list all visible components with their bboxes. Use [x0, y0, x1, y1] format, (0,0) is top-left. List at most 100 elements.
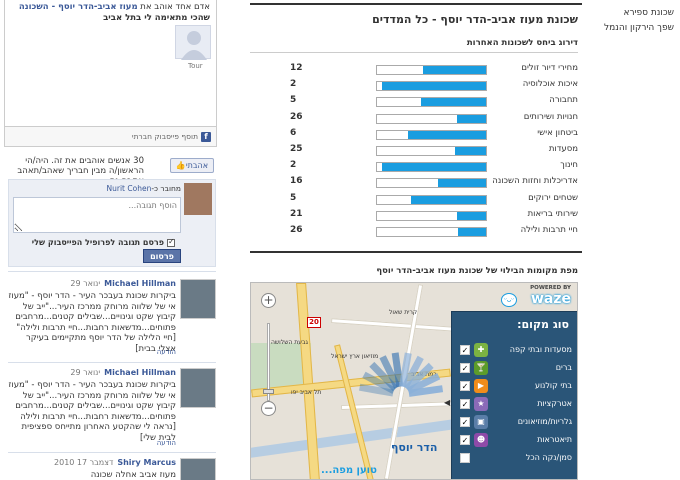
rating-bar: [376, 129, 487, 140]
commenter-avatar[interactable]: [180, 368, 216, 408]
zoom-slider-thumb[interactable]: [263, 389, 274, 394]
zoom-out-button[interactable]: −: [261, 401, 276, 416]
rating-bar: [376, 65, 487, 75]
rating-label: מחירי דיור זולים: [521, 63, 578, 73]
rating-row: חיי תרבות ולילה 26: [250, 223, 582, 239]
poi-panel: ◀ סוג מקום: ✓ ✚ מסעדות ובתי קפה ✓ 🍸 ברים ✓ ▶ בתי…: [444, 311, 577, 479]
rating-bar-fill: [422, 66, 486, 74]
rating-row: שירותי בריאות 21: [250, 207, 582, 223]
poi-row[interactable]: ✓ ☻ תיאטראות: [460, 432, 574, 449]
rating-value: 5: [290, 95, 297, 106]
nav-item-yarkon-port[interactable]: שפך הירקון והנמל: [595, 21, 680, 36]
poi-checkbox[interactable]: ✓: [460, 435, 470, 445]
nav-item-sapir[interactable]: שכונת ספירא: [595, 6, 680, 21]
page-link[interactable]: מעוז אביב-הדר יוסף - השכונה: [19, 2, 138, 12]
poi-category-icon: ▣: [474, 415, 488, 429]
rating-value: 5: [290, 192, 297, 203]
rating-bar-fill: [407, 130, 486, 139]
publish-button[interactable]: פרסום: [143, 249, 181, 263]
map[interactable]: + − 20 קרית שאול גבעת השלושה מוזיאון ארץ…: [250, 282, 578, 480]
friend-avatar[interactable]: [175, 25, 211, 60]
right-nav: שכונת ספירא שפך הירקון והנמל: [595, 6, 680, 36]
poi-row[interactable]: ✓ ★ אטרקציות: [460, 396, 574, 413]
comment-text: ביקרות שכונת בעבכר העיר - הדר יוסף - "מע…: [8, 380, 176, 443]
connected-as-label: מחובר כ-: [151, 184, 181, 193]
poi-checkbox[interactable]: ✓: [460, 381, 470, 391]
poi-row[interactable]: ✓ ▶ בתי קולנוע: [460, 378, 574, 395]
rating-label: תחבורה: [549, 95, 578, 106]
rating-value: 12: [290, 63, 303, 73]
post-to-profile[interactable]: פרסם תגובה לפרופיל הפייסבוק שלי: [32, 237, 175, 247]
comment-text: מעוז אביב אחלה שכונה: [90, 470, 176, 480]
rating-label: חינוך: [560, 160, 578, 171]
waze-face-icon: ᵕᴗᵕ: [501, 293, 517, 307]
poi-checkbox[interactable]: ✓: [460, 345, 470, 355]
post-to-profile-checkbox[interactable]: [167, 237, 175, 247]
map-divider: [250, 251, 582, 253]
poi-checkbox[interactable]: [460, 453, 470, 463]
comment-author[interactable]: Michael Hillman: [104, 279, 176, 288]
rating-bar: [376, 113, 487, 124]
rating-label: חנויות ושירותים: [523, 111, 578, 122]
poi-label: בתי קולנוע: [534, 381, 572, 390]
panel-collapse-icon[interactable]: ◀: [444, 398, 450, 407]
plugin-text[interactable]: תוסף פייסבוק חברתי: [132, 132, 198, 141]
user-name-link[interactable]: Nurit Cohen: [107, 184, 152, 193]
commenter-avatar[interactable]: [180, 458, 216, 480]
comment-reply-link[interactable]: הודעה: [157, 348, 176, 356]
poi-label: סמן/נקה הכל: [525, 453, 572, 462]
comment-input[interactable]: [13, 197, 181, 233]
poi-row[interactable]: סמן/נקה הכל: [460, 450, 574, 467]
likes-summary-text: אדם אחד אוהב את: [137, 2, 210, 12]
rating-bar: [376, 178, 487, 189]
map-label: קרית שאול: [389, 309, 418, 316]
poi-category-icon: ★: [474, 397, 488, 411]
rating-bar: [376, 194, 487, 205]
comment-composer: מחובר כ-Nurit Cohen פרסם תגובה לפרופיל ה…: [8, 179, 216, 267]
loading-label: טוען מפה...: [321, 465, 377, 476]
poi-row[interactable]: ✓ 🍸 ברים: [460, 360, 574, 377]
poi-label: מסעדות ובתי קפה: [509, 345, 572, 354]
zoom-in-button[interactable]: +: [261, 293, 276, 308]
rating-bar-fill: [457, 228, 486, 236]
like-button[interactable]: 👍אהבתי: [170, 158, 214, 173]
rating-value: 6: [290, 127, 297, 138]
friend-name[interactable]: Tour: [188, 62, 203, 70]
poi-panel-title: סוג מקום:: [517, 318, 569, 331]
comment-author[interactable]: Michael Hillman: [104, 368, 176, 377]
route-badge: 20: [307, 317, 321, 328]
commenter-avatar[interactable]: [180, 279, 216, 319]
comment-meta: Shiry Marcusדצמבר 17 2010: [54, 458, 176, 467]
section-title: שכונת מעוז אביב-הדר יוסף - כל המדדים: [372, 13, 578, 26]
rating-label: שירותי בריאות: [527, 208, 578, 219]
poi-label: אטרקציות: [537, 399, 572, 408]
poi-row[interactable]: ✓ ✚ מסעדות ובתי קפה: [460, 342, 574, 359]
connected-as: מחובר כ-Nurit Cohen: [107, 184, 181, 193]
comment-separator: [8, 362, 216, 363]
like-button-label: אהבתי: [185, 161, 209, 170]
poi-checkbox[interactable]: ✓: [460, 399, 470, 409]
rating-row: מחירי דיור זולים 12: [250, 61, 582, 77]
rating-bar-fill: [456, 211, 486, 220]
rating-bar-fill: [456, 114, 486, 123]
poi-checkbox[interactable]: ✓: [460, 363, 470, 373]
comment-text: ביקרות שכונת בעבכר העיר - הדר יוסף - "מע…: [8, 291, 176, 354]
plugin-footer: f תוסף פייסבוק חברתי: [5, 126, 216, 146]
rating-row: שטחים ירוקים 5: [250, 191, 582, 207]
rating-row: חנויות ושירותים 26: [250, 110, 582, 126]
poi-category-icon: 🍸: [474, 361, 488, 375]
comment-reply-link[interactable]: הודעה: [157, 439, 176, 447]
ratings-table: מחירי דיור זולים 12 איכות אוכלוסיה 2 תחבורה 5…: [250, 53, 582, 237]
comment-meta: Michael Hillmanינואר 29: [70, 368, 176, 377]
facebook-social-box: אדם אחד אוהב את מעוז אביב-הדר יוסף - השכ…: [4, 0, 217, 147]
poi-checkbox[interactable]: ✓: [460, 417, 470, 427]
poi-row[interactable]: ✓ ▣ גלריות/מוזיאונים: [460, 414, 574, 431]
comment-date: ינואר 29: [70, 279, 101, 288]
rating-label: ביטחון אישי: [537, 127, 578, 138]
user-avatar: [184, 183, 212, 215]
rating-row: איכות אוכלוסיה 2: [250, 77, 582, 93]
rating-value: 2: [290, 79, 297, 90]
comment-author[interactable]: Shiry Marcus: [117, 458, 176, 467]
comment-separator: [8, 452, 216, 453]
rating-label: שטחים ירוקים: [528, 192, 578, 203]
